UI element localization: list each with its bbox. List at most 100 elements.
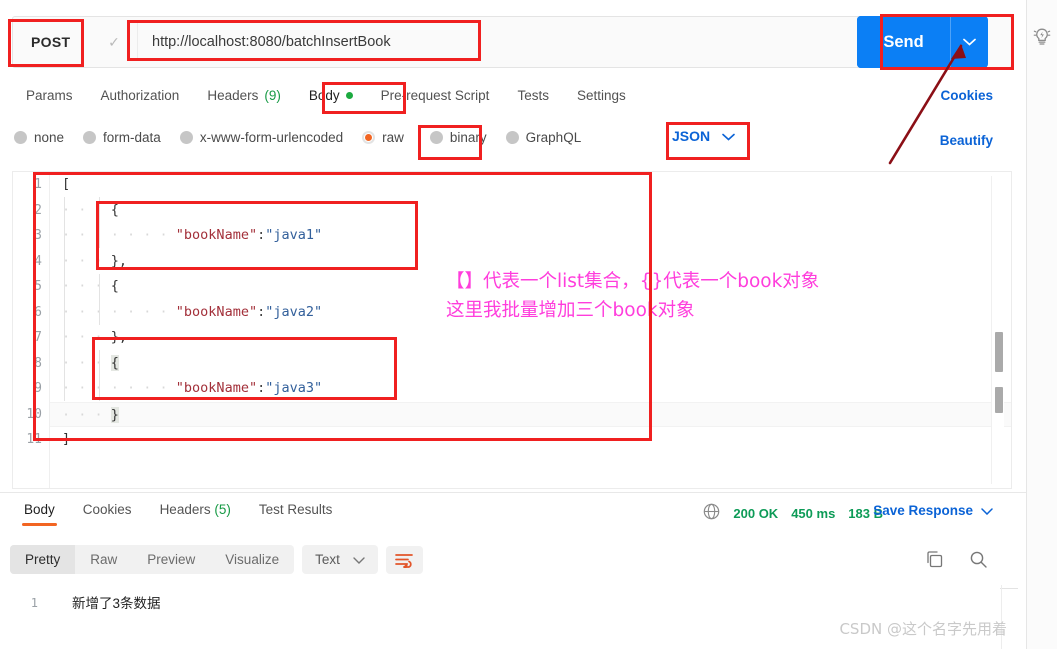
tab-body[interactable]: Body — [295, 84, 367, 107]
response-status-code: 200 OK — [733, 506, 778, 521]
radio-icon[interactable] — [83, 131, 96, 144]
format-pretty[interactable]: Pretty — [10, 545, 75, 574]
tab-label: Tests — [517, 88, 549, 103]
tab-authorization[interactable]: Authorization — [87, 84, 194, 107]
indent-dots: · · · — [62, 202, 111, 218]
response-status-group: 200 OK 450 ms 183 B — [703, 503, 883, 523]
line-number: 4 — [13, 249, 49, 275]
send-button[interactable]: Send — [857, 16, 950, 68]
code-line: · · · { — [50, 198, 1011, 224]
code-token-highlighted: } — [111, 407, 119, 423]
editor-scrollbar[interactable] — [991, 176, 1004, 484]
radio-label: form-data — [103, 130, 161, 145]
word-wrap-icon[interactable] — [386, 546, 423, 574]
send-button-group[interactable]: Send — [857, 16, 988, 68]
response-format-group: Pretty Raw Preview Visualize — [10, 545, 294, 574]
line-number: 2 — [13, 198, 49, 224]
radio-icon[interactable] — [430, 131, 443, 144]
response-tab-body[interactable]: Body — [10, 502, 69, 517]
body-type-raw[interactable]: raw — [362, 130, 404, 145]
editor-scrollbar-thumb[interactable] — [995, 332, 1003, 372]
format-raw[interactable]: Raw — [75, 545, 132, 574]
url-input[interactable]: http://localhost:8080/batchInsertBook — [138, 34, 391, 50]
line-number: 11 — [13, 427, 49, 453]
tab-label: Settings — [577, 88, 626, 103]
response-type-value: Text — [315, 552, 340, 567]
code-line: · · · · · · · "bookName":"java3" — [50, 376, 1011, 402]
request-tabs: Params Authorization Headers (9) Body Pr… — [12, 84, 640, 107]
tab-settings[interactable]: Settings — [563, 84, 640, 107]
lightbulb-bolt-icon[interactable] — [1027, 26, 1057, 48]
body-format-select[interactable]: JSON — [672, 128, 735, 144]
code-token: }, — [111, 329, 127, 345]
editor-scrollbar-thumb-secondary[interactable] — [995, 387, 1003, 413]
postman-main: POST ✓ http://localhost:8080/batchInsert… — [0, 0, 1026, 649]
chevron-down-icon[interactable] — [981, 503, 993, 518]
body-type-binary[interactable]: binary — [430, 130, 487, 145]
editor-code-area[interactable]: [ · · · { · · · · · · · "bookName":"java… — [50, 172, 1011, 488]
radio-label: raw — [382, 130, 404, 145]
chevron-down-icon[interactable] — [950, 16, 988, 68]
response-tab-test-results[interactable]: Test Results — [245, 502, 347, 517]
code-line: [ — [50, 172, 1011, 198]
save-response-label: Save Response — [873, 503, 973, 518]
code-token: }, — [111, 253, 127, 269]
body-type-urlencoded[interactable]: x-www-form-urlencoded — [180, 130, 343, 145]
tab-label: Pre-request Script — [381, 88, 490, 103]
indent-dots: · · · — [62, 278, 111, 294]
copy-icon[interactable] — [925, 550, 944, 572]
response-toolbar: Pretty Raw Preview Visualize Text — [10, 545, 423, 574]
beautify-link[interactable]: Beautify — [940, 133, 993, 148]
format-visualize[interactable]: Visualize — [210, 545, 294, 574]
indent-guide — [99, 197, 100, 248]
response-scrollbar[interactable] — [1001, 585, 1002, 649]
body-type-form-data[interactable]: form-data — [83, 130, 161, 145]
response-tab-headers[interactable]: Headers (5) — [146, 502, 245, 517]
headers-count: (9) — [264, 88, 281, 103]
save-response-button[interactable]: Save Response — [873, 503, 993, 518]
response-tab-cookies[interactable]: Cookies — [69, 502, 146, 517]
chevron-down-icon[interactable] — [353, 552, 365, 567]
line-number: 9 — [13, 376, 49, 402]
response-actions — [925, 550, 988, 572]
cookies-link[interactable]: Cookies — [940, 88, 993, 103]
response-headers-count: (5) — [214, 502, 231, 517]
radio-icon[interactable] — [180, 131, 193, 144]
response-tabs: Body Cookies Headers (5) Test Results — [10, 502, 346, 517]
response-type-select[interactable]: Text — [302, 545, 378, 574]
radio-label: binary — [450, 130, 487, 145]
format-preview[interactable]: Preview — [132, 545, 210, 574]
line-number: 7 — [13, 325, 49, 351]
json-value: "java3" — [265, 380, 322, 396]
http-method-selector[interactable]: POST — [12, 16, 91, 68]
tab-headers[interactable]: Headers (9) — [193, 84, 295, 107]
tab-tests[interactable]: Tests — [503, 84, 563, 107]
code-line-active: · · · } — [50, 402, 1011, 428]
response-scroll-marker — [1000, 588, 1018, 589]
body-type-none[interactable]: none — [14, 130, 64, 145]
radio-selected-icon[interactable] — [362, 131, 375, 144]
radio-label: GraphQL — [526, 130, 582, 145]
indent-dots: · · · — [62, 253, 111, 269]
tab-pre-request-script[interactable]: Pre-request Script — [367, 84, 504, 107]
radio-icon[interactable] — [506, 131, 519, 144]
code-line: ] — [50, 427, 1011, 453]
http-method-label: POST — [31, 34, 70, 50]
search-icon[interactable] — [969, 550, 988, 572]
tab-label: Params — [26, 88, 73, 103]
response-body-viewer[interactable]: 1 新增了3条数据 — [10, 594, 161, 613]
code-token: ] — [62, 431, 70, 447]
editor-line-numbers: 1 2 3 4 5 6 7 8 9 10 11 — [13, 172, 50, 488]
chevron-down-icon[interactable] — [722, 128, 735, 144]
tab-params[interactable]: Params — [12, 84, 87, 107]
json-colon: : — [257, 304, 265, 320]
radio-icon[interactable] — [14, 131, 27, 144]
tab-label: Authorization — [101, 88, 180, 103]
request-body-editor[interactable]: 1 2 3 4 5 6 7 8 9 10 11 [ · · · { · · · … — [12, 171, 1012, 489]
json-key: "bookName" — [176, 380, 257, 396]
response-divider — [0, 492, 1026, 493]
tab-label: Cookies — [83, 502, 132, 517]
tab-label: Body — [24, 502, 55, 517]
body-type-graphql[interactable]: GraphQL — [506, 130, 582, 145]
indent-guide — [99, 274, 100, 325]
